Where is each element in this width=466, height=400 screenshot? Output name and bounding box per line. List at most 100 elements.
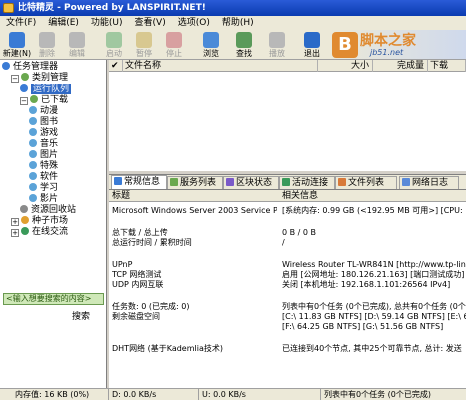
tree-item-label: 资源回收站: [31, 205, 77, 215]
menu-function[interactable]: 功能(U): [85, 16, 129, 30]
tree-item[interactable]: 游戏: [29, 128, 58, 139]
tab-label: 网络日志: [412, 178, 449, 188]
toolbar-button-8[interactable]: 播放: [262, 31, 292, 59]
expand-icon[interactable]: +: [11, 229, 19, 237]
folder-icon: [29, 128, 37, 136]
toolbar-button-label: 删除: [39, 49, 55, 58]
column-progress[interactable]: 完成量: [373, 60, 428, 72]
toolbar-button-4[interactable]: 暂停: [129, 31, 159, 59]
tree-item-label: 特殊: [40, 161, 59, 171]
tree-item[interactable]: 音乐: [29, 139, 58, 150]
info-header: 标题 相关信息: [109, 190, 466, 202]
check-column-header[interactable]: ✔: [109, 60, 123, 72]
status-upload-speed: U: 0.0 KB/s: [198, 389, 246, 400]
search-input[interactable]: <输入想要搜索的内容>: [3, 293, 104, 305]
tree-item[interactable]: − 类别管理: [11, 73, 68, 84]
toolbar-button-2[interactable]: 编辑: [62, 31, 92, 59]
info-row-value: 关闭 [本机地址: 192.168.1.101:26564 IPv4]: [282, 280, 451, 289]
tree-item[interactable]: 软件: [29, 172, 58, 183]
category-icon: [21, 73, 29, 81]
main-panel: ✔ 文件名称 大小 完成量 下载 常规信息 服务列表 区块状态 活动连接 文件列表 网络日…: [109, 60, 466, 388]
tree-item-label: 软件: [40, 172, 59, 182]
toolbar-button-7[interactable]: 查找: [229, 31, 259, 59]
tab-5[interactable]: 网络日志: [399, 176, 459, 189]
tree-item[interactable]: 影片: [29, 194, 58, 205]
toolbar-button-5[interactable]: 停止: [159, 31, 189, 59]
toolbar-button-label: 浏览: [203, 49, 219, 58]
edit-icon: [69, 32, 85, 48]
logo-text: 脚本之家: [360, 33, 416, 49]
tab-0[interactable]: 常规信息: [111, 175, 167, 189]
info-row-title: UPnP: [112, 260, 133, 269]
info-row-value: 0 B / 0 B: [282, 228, 317, 237]
menu-options[interactable]: 选项(O): [172, 16, 216, 30]
info-row-title: Microsoft Windows Server 2003 Service Pa…: [112, 206, 277, 215]
tab-icon: [170, 178, 178, 186]
menu-view[interactable]: 查看(V): [129, 16, 172, 30]
info-row-title: UDP 内网互联: [112, 280, 164, 289]
tree-item[interactable]: 资源回收站: [20, 205, 76, 216]
tree-item[interactable]: + 种子市场: [11, 216, 68, 227]
tree-item-label: 已下载: [41, 95, 69, 105]
tree-item[interactable]: 图书: [29, 117, 58, 128]
toolbar-button-6[interactable]: 浏览: [196, 31, 226, 59]
toolbar-button-label: 暂停: [136, 49, 152, 58]
title-bar: 比特精灵 - Powered by LANSPIRIT.NET!: [0, 0, 466, 16]
info-row-value: /: [282, 238, 285, 247]
logo-mark: B: [332, 32, 358, 58]
recycle-icon: [20, 205, 28, 213]
search-button[interactable]: 搜索: [72, 309, 90, 322]
tab-2[interactable]: 区块状态: [223, 176, 279, 189]
column-filename[interactable]: 文件名称: [123, 60, 318, 72]
info-row-title: 总下载 / 总上传: [112, 228, 168, 237]
folder-icon: [29, 172, 37, 180]
info-tabs: 常规信息 服务列表 区块状态 活动连接 文件列表 网络日志: [109, 175, 466, 190]
tab-icon: [338, 178, 346, 186]
info-col-details[interactable]: 相关信息: [279, 190, 318, 202]
toolbar-button-0[interactable]: 新建(N): [2, 31, 32, 59]
expand-icon[interactable]: +: [11, 218, 19, 226]
play-icon: [269, 32, 285, 48]
tree-item-label: 任务管理器: [13, 62, 59, 72]
tree-item[interactable]: + 在线交流: [11, 227, 68, 238]
info-row-value: 列表中有0个任务 (0个已完成), 总共有0个任务 (0个已: [282, 302, 466, 311]
column-size[interactable]: 大小: [318, 60, 373, 72]
toolbar-button-3[interactable]: 启动: [99, 31, 129, 59]
info-row-value: 启用 [公网地址: 180.126.21.163] [端口测试成功] [网: [282, 270, 466, 279]
tree-item-label: 图书: [40, 117, 59, 127]
menu-edit[interactable]: 编辑(E): [42, 16, 85, 30]
app-icon: [3, 3, 14, 13]
tree-item-label: 图片: [40, 150, 59, 160]
menu-file[interactable]: 文件(F): [0, 16, 42, 30]
tab-4[interactable]: 文件列表: [335, 176, 397, 189]
tab-icon: [402, 178, 410, 186]
tree-item-label: 种子市场: [32, 216, 69, 226]
toolbar-button-1[interactable]: 删除: [32, 31, 62, 59]
tree-item[interactable]: 运行队列: [20, 84, 72, 95]
tab-3[interactable]: 活动连接: [279, 176, 335, 189]
sidebar: <输入想要搜索的内容> 搜索 任务管理器 − 类别管理 运行队列 − 已下载 动漫 图书 游戏音…: [0, 60, 107, 388]
browse-icon: [203, 32, 219, 48]
toolbar-button-9[interactable]: 退出: [297, 31, 327, 59]
folder-icon: [29, 106, 37, 114]
tab-label: 区块状态: [236, 178, 273, 188]
tree-item[interactable]: − 已下载: [20, 95, 68, 106]
toolbar: B 脚本之家 jb51.net 新建(N) 删除 编辑 启动 暂停 停止 浏览 查找 播放 退出: [0, 30, 466, 60]
tree-item[interactable]: 图片: [29, 150, 58, 161]
collapse-icon[interactable]: −: [20, 97, 28, 105]
tab-1[interactable]: 服务列表: [167, 176, 223, 189]
collapse-icon[interactable]: −: [11, 75, 19, 83]
column-download[interactable]: 下载: [428, 60, 466, 72]
info-row-value: [F:\ 64.25 GB NTFS] [G:\ 51.56 GB NTFS]: [282, 322, 444, 331]
chat-icon: [21, 227, 29, 235]
menu-help[interactable]: 帮助(H): [216, 16, 260, 30]
info-row-title: 总运行时间 / 累积时间: [112, 238, 192, 247]
tab-label: 常规信息: [124, 177, 161, 187]
tree-item[interactable]: 任务管理器: [2, 62, 58, 73]
tree-item[interactable]: 学习: [29, 183, 58, 194]
folder-icon: [29, 117, 37, 125]
info-col-title[interactable]: 标题: [109, 190, 130, 202]
tree-item[interactable]: 动漫: [29, 106, 58, 117]
tab-label: 文件列表: [348, 178, 385, 188]
tree-item[interactable]: 特殊: [29, 161, 58, 172]
